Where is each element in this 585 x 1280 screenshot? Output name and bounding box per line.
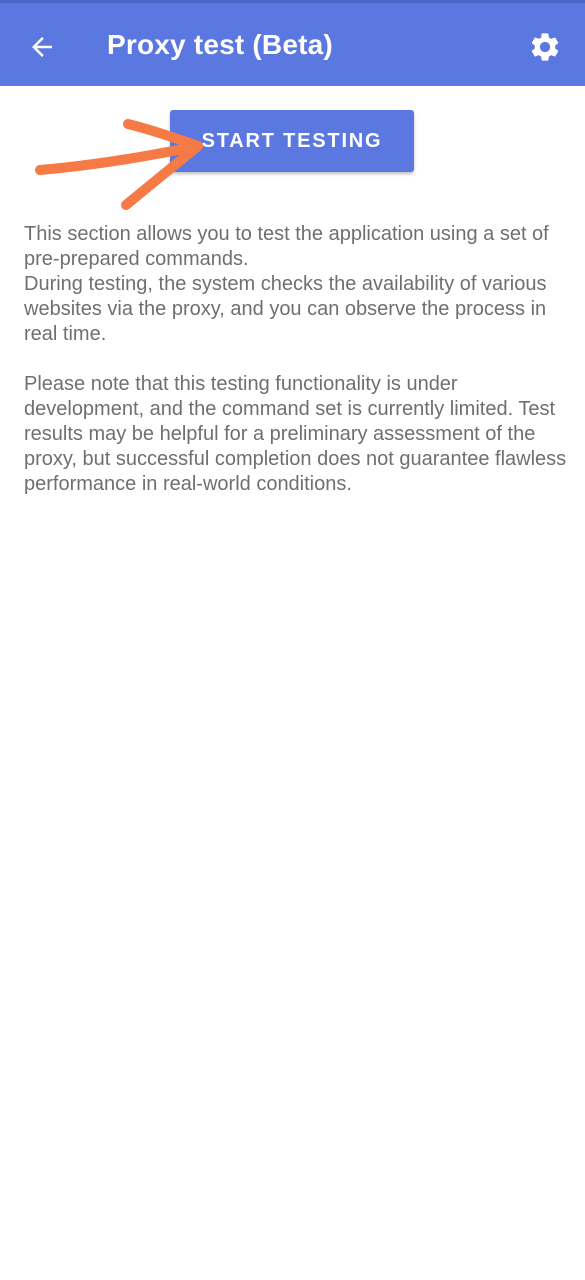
settings-button[interactable] [523, 25, 567, 69]
start-testing-button[interactable]: START TESTING [170, 110, 414, 172]
arrow-left-icon [32, 37, 52, 57]
description: This section allows you to test the appl… [24, 222, 569, 497]
page-title: Proxy test (Beta) [107, 29, 333, 60]
description-paragraph-1-line-2: During testing, the system checks the av… [24, 273, 547, 345]
gear-icon [531, 33, 559, 61]
back-button[interactable] [20, 25, 64, 69]
description-paragraph-2: Please note that this testing functional… [24, 373, 567, 495]
app-screen: Proxy test (Beta) START TESTING This sec… [0, 0, 585, 1280]
app-bar: Proxy test (Beta) [0, 0, 585, 86]
description-paragraph-1-line-1: This section allows you to test the appl… [24, 223, 549, 270]
